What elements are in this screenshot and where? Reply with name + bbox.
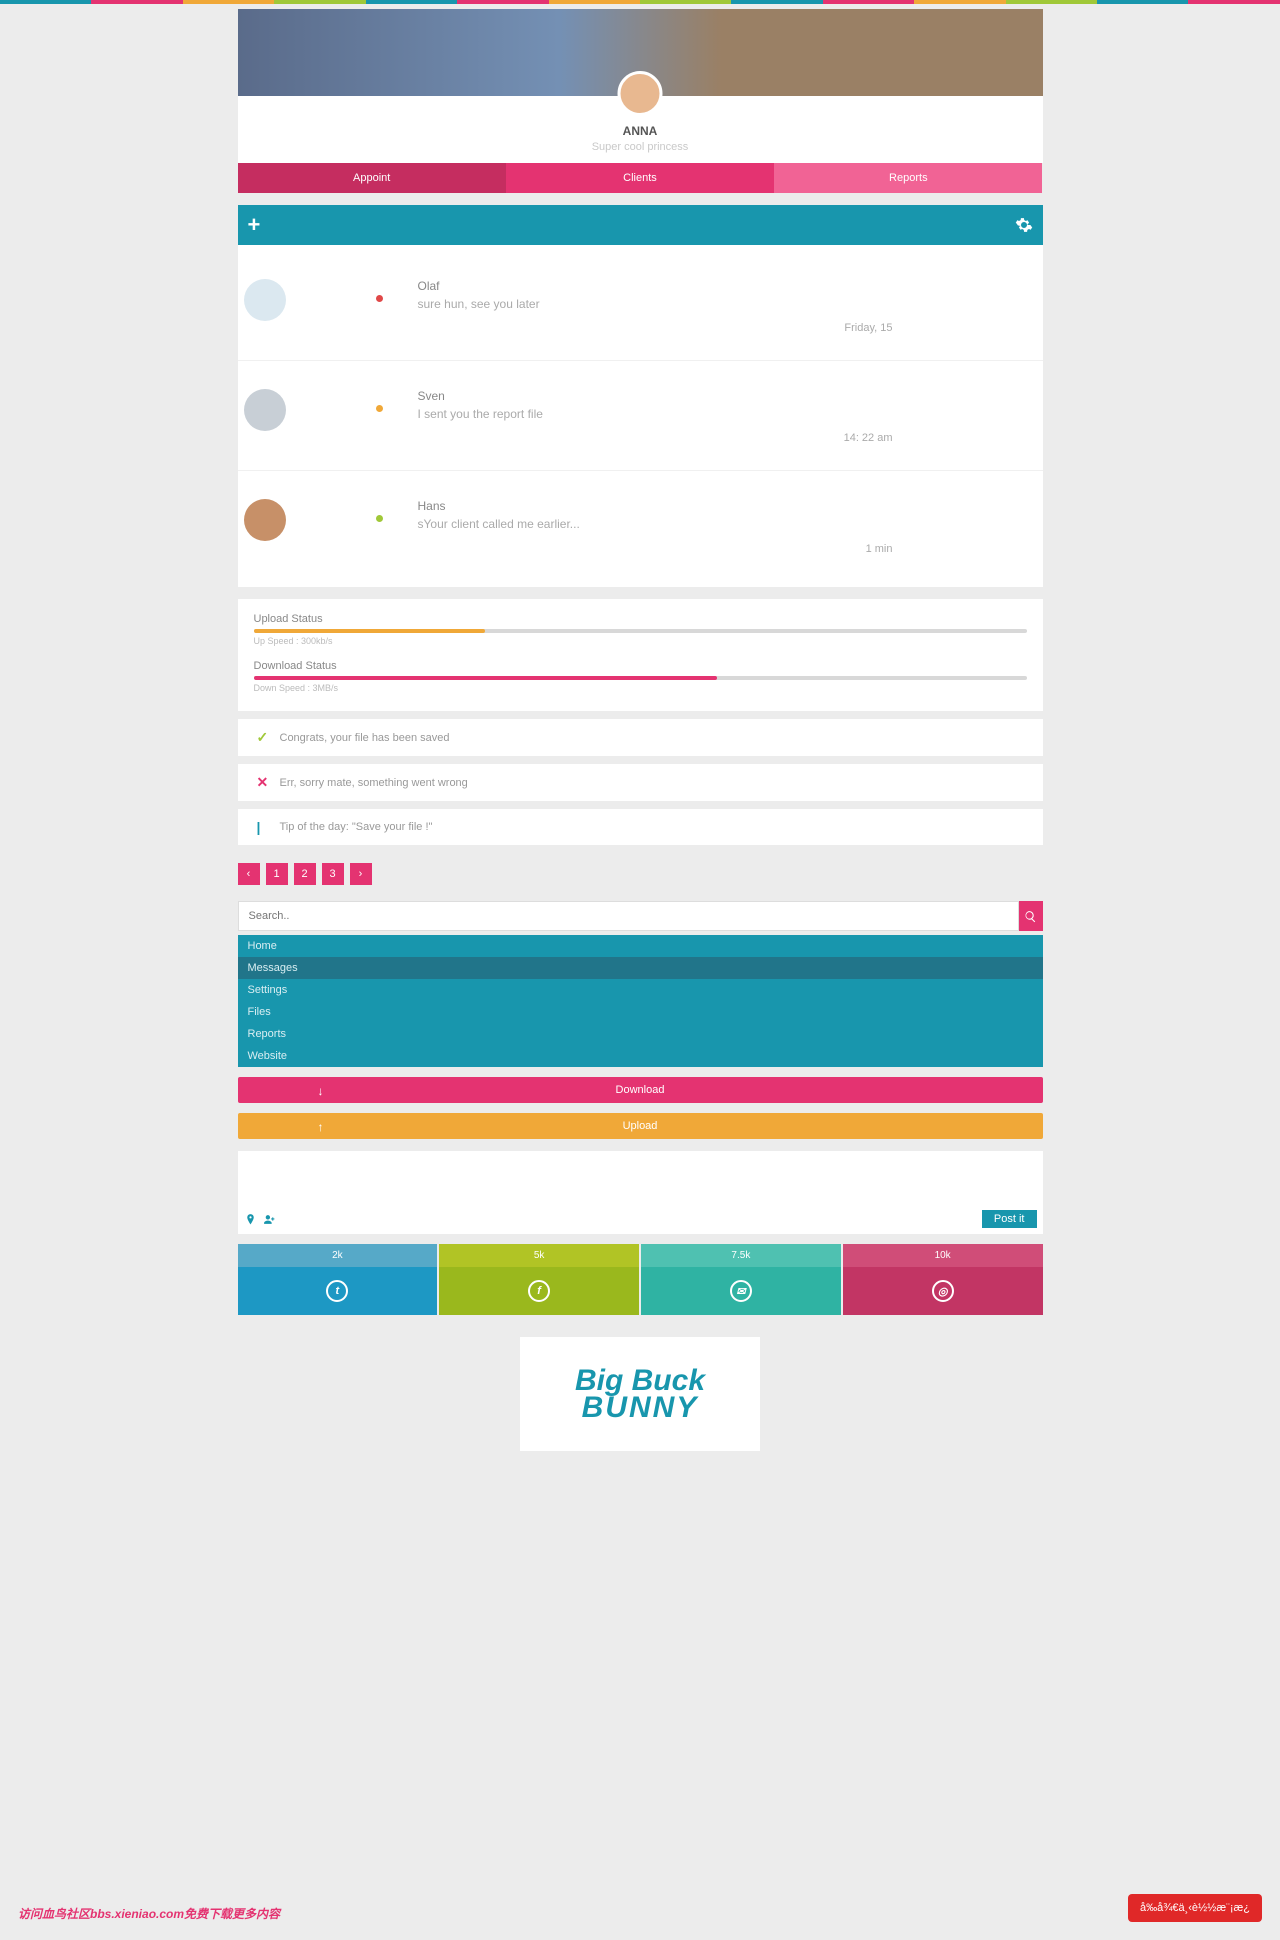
alert: |Tip of the day: "Save your file !": [238, 809, 1043, 845]
upload-speed: Up Speed : 300kb/s: [254, 636, 1027, 646]
social-count: 5k: [439, 1244, 639, 1267]
upload-button[interactable]: ↑Upload: [238, 1113, 1043, 1139]
social-icon: ✉: [730, 1280, 752, 1302]
social-button[interactable]: ✉: [641, 1267, 841, 1315]
alert: ✓Congrats, your file has been saved: [238, 719, 1043, 756]
status-dot: [376, 405, 383, 412]
search-icon: [1024, 910, 1037, 923]
message-preview: I sent you the report file: [418, 407, 1037, 421]
search-input[interactable]: [238, 901, 1019, 931]
social-icon: f: [528, 1280, 550, 1302]
download-label: Download Status: [254, 660, 1027, 672]
nav-messages[interactable]: Messages: [238, 957, 1043, 979]
message-sender: Olaf: [418, 279, 1037, 293]
social-count: 7.5k: [641, 1244, 841, 1267]
page-button[interactable]: ‹: [238, 863, 260, 885]
message-row[interactable]: Hans sYour client called me earlier... 1 m…: [238, 471, 1043, 581]
nav-settings[interactable]: Settings: [238, 979, 1043, 1001]
gear-icon[interactable]: [1015, 216, 1033, 234]
search-button[interactable]: [1019, 901, 1043, 931]
download-button[interactable]: ↓Download: [238, 1077, 1043, 1103]
status-dot: [376, 515, 383, 522]
message-row[interactable]: Sven I sent you the report file 14: 22 am: [238, 361, 1043, 471]
message-time: 1 min: [866, 543, 893, 555]
alert-icon: |: [257, 819, 270, 835]
message-time: 14: 22 am: [844, 432, 893, 444]
social-count: 10k: [843, 1244, 1043, 1267]
message-row[interactable]: Olaf sure hun, see you later Friday, 15: [238, 251, 1043, 361]
alert: ✕Err, sorry mate, something went wrong: [238, 764, 1043, 801]
post-button[interactable]: Post it: [982, 1210, 1037, 1228]
location-icon[interactable]: [244, 1213, 257, 1226]
upload-label: Upload Status: [254, 613, 1027, 625]
download-template-button[interactable]: å‰å¾€ä¸‹è½½æ¨¡æ¿: [1128, 1894, 1262, 1922]
tab-clients[interactable]: Clients: [506, 163, 774, 193]
add-user-icon[interactable]: [263, 1213, 276, 1226]
page-button[interactable]: 1: [266, 863, 288, 885]
download-speed: Down Speed : 3MB/s: [254, 683, 1027, 693]
social-icon: ◎: [932, 1280, 954, 1302]
watermark: 访问血鸟社区bbs.xieniao.com免费下载更多内容: [18, 1905, 280, 1922]
message-preview: sYour client called me earlier...: [418, 517, 1037, 531]
page-button[interactable]: ›: [350, 863, 372, 885]
tab-appoint[interactable]: Appoint: [238, 163, 506, 193]
tab-reports[interactable]: Reports: [774, 163, 1042, 193]
nav-website[interactable]: Website: [238, 1045, 1043, 1067]
social-button[interactable]: t: [238, 1267, 438, 1315]
avatar: [244, 499, 286, 541]
avatar: [244, 389, 286, 431]
avatar: [618, 71, 663, 116]
page-button[interactable]: 2: [294, 863, 316, 885]
alert-icon: ✕: [257, 774, 270, 791]
status-dot: [376, 295, 383, 302]
bunny-logo: Big Buck BUNNY: [520, 1337, 760, 1451]
message-sender: Sven: [418, 389, 1037, 403]
profile-name: ANNA: [238, 124, 1043, 138]
arrow-icon: ↓: [318, 1084, 324, 1098]
social-button[interactable]: ◎: [843, 1267, 1043, 1315]
avatar: [244, 279, 286, 321]
message-sender: Hans: [418, 499, 1037, 513]
message-preview: sure hun, see you later: [418, 297, 1037, 311]
add-icon[interactable]: +: [248, 212, 261, 238]
arrow-icon: ↑: [318, 1120, 324, 1134]
toolbar: +: [238, 205, 1043, 245]
social-count: 2k: [238, 1244, 438, 1267]
nav-reports[interactable]: Reports: [238, 1023, 1043, 1045]
banner-image: [238, 9, 1043, 96]
page-button[interactable]: 3: [322, 863, 344, 885]
profile-subtitle: Super cool princess: [238, 141, 1043, 153]
post-textarea[interactable]: [238, 1151, 1043, 1205]
social-button[interactable]: f: [439, 1267, 639, 1315]
nav-home[interactable]: Home: [238, 935, 1043, 957]
message-time: Friday, 15: [844, 322, 892, 334]
nav-files[interactable]: Files: [238, 1001, 1043, 1023]
social-icon: t: [326, 1280, 348, 1302]
alert-icon: ✓: [257, 729, 270, 746]
